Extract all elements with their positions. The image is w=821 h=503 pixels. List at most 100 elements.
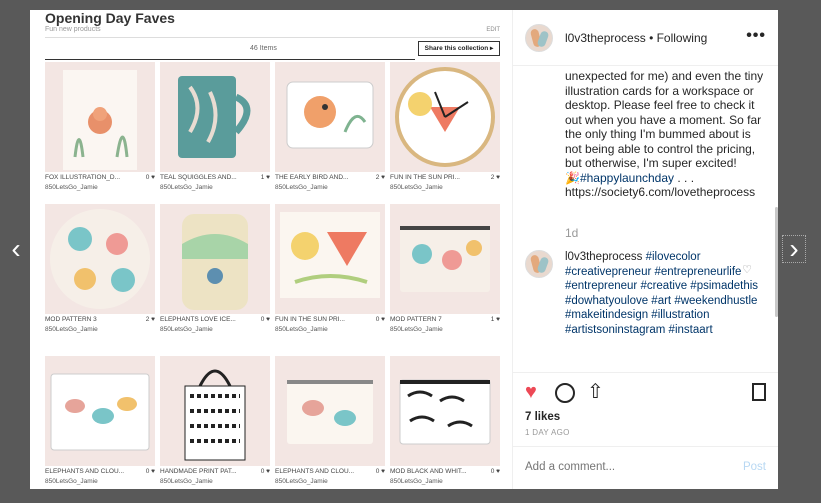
divider xyxy=(45,59,415,60)
product-likes: 2 ♥ xyxy=(490,174,500,181)
party-emoji: 🎉 xyxy=(565,170,580,185)
product-seller: 850LetsGo_Jamie xyxy=(390,326,443,333)
product-seller: 850LetsGo_Jamie xyxy=(275,326,328,333)
product-name: FUN IN THE SUN PRI... xyxy=(390,174,460,181)
product-card: MOD PATTERN 7 1 ♥ 850LetsGo_Jamie xyxy=(390,204,500,333)
comment-username[interactable]: l0v3theprocess xyxy=(565,251,642,263)
comment-like-icon[interactable]: ♡ xyxy=(742,263,752,276)
comment-input[interactable] xyxy=(525,461,725,473)
next-post-arrow[interactable]: › xyxy=(782,235,806,263)
post-date: 1 DAY AGO xyxy=(525,428,570,437)
product-likes: 2 ♥ xyxy=(145,316,155,323)
post-image: Opening Day Faves Fun new products EDIT … xyxy=(30,10,512,489)
product-image-fox-shower-curtain xyxy=(45,62,155,172)
product-seller: 850LetsGo_Jamie xyxy=(275,478,328,485)
add-comment-bar: Post xyxy=(513,446,778,489)
product-likes: 0 ♥ xyxy=(260,468,270,475)
item-count: 46 Items xyxy=(250,45,277,52)
product-seller: 850LetsGo_Jamie xyxy=(390,184,443,191)
likes-count[interactable]: 7 likes xyxy=(525,411,560,423)
product-card: FUN IN THE SUN PRI... 2 ♥ 850LetsGo_Jami… xyxy=(390,62,500,191)
product-image-teal-mug xyxy=(160,62,270,172)
product-seller: 850LetsGo_Jamie xyxy=(390,478,443,485)
caption-url[interactable]: https://society6.com/lovetheprocess xyxy=(565,185,755,199)
hashtag-link[interactable]: #happylaunchday xyxy=(580,171,674,185)
more-options-icon[interactable]: ••• xyxy=(746,27,766,45)
product-card: MOD PATTERN 3 2 ♥ 850LetsGo_Jamie xyxy=(45,204,155,333)
product-name: TEAL SQUIGGLES AND... xyxy=(160,174,237,181)
product-name: HANDMADE PRINT PAT... xyxy=(160,468,237,475)
caption-text: unexpected for me) and even the tiny ill… xyxy=(565,69,764,170)
action-bar: ♥ ⇧ 7 likes xyxy=(513,372,778,428)
product-name: MOD PATTERN 3 xyxy=(45,316,97,323)
product-card: FUN IN THE SUN PRI... 0 ♥ 850LetsGo_Jami… xyxy=(275,204,385,333)
comment-icon[interactable] xyxy=(555,383,575,403)
product-seller: 850LetsGo_Jamie xyxy=(160,184,213,191)
product-name: ELEPHANTS AND CLOU... xyxy=(45,468,125,475)
heart-icon[interactable]: ♥ xyxy=(525,381,537,403)
caption-timestamp[interactable]: 1d xyxy=(565,226,578,240)
product-likes: 0 ♥ xyxy=(490,468,500,475)
product-image-elephants-pouch xyxy=(275,356,385,466)
product-card: ELEPHANTS AND CLOU... 0 ♥ 850LetsGo_Jami… xyxy=(275,356,385,485)
product-image-handmade-print-tote xyxy=(160,356,270,466)
avatar[interactable] xyxy=(525,250,553,278)
product-card: MOD BLACK AND WHIT... 0 ♥ 850LetsGo_Jami… xyxy=(390,356,500,485)
product-name: MOD PATTERN 7 xyxy=(390,316,442,323)
product-image-mod-pattern-pouch xyxy=(390,204,500,314)
product-card: FOX ILLUSTRATION_D... 0 ♥ 850LetsGo_Jami… xyxy=(45,62,155,191)
product-image-fun-in-the-sun-clock xyxy=(390,62,500,172)
product-likes: 2 ♥ xyxy=(375,174,385,181)
share-icon[interactable]: ⇧ xyxy=(587,381,604,403)
comments-area[interactable]: unexpected for me) and even the tiny ill… xyxy=(513,67,778,370)
product-card: THE EARLY BIRD AND... 2 ♥ 850LetsGo_Jami… xyxy=(275,62,385,191)
post-sidebar: l0v3theprocess • Following ••• unexpecte… xyxy=(512,10,778,489)
comment: l0v3theprocess #ilovecolor #creativepren… xyxy=(565,250,760,337)
product-likes: 0 ♥ xyxy=(375,316,385,323)
product-image-mod-pattern-tray xyxy=(45,204,155,314)
username-link[interactable]: l0v3theprocess xyxy=(565,31,646,45)
product-name: FOX ILLUSTRATION_D... xyxy=(45,174,121,181)
share-collection-button: Share this collection ▸ xyxy=(418,41,500,56)
product-likes: 0 ♥ xyxy=(260,316,270,323)
board-subtitle: Fun new products xyxy=(45,26,101,33)
bookmark-icon[interactable] xyxy=(752,383,766,401)
avatar[interactable] xyxy=(525,23,553,52)
product-card: HANDMADE PRINT PAT... 0 ♥ 850LetsGo_Jami… xyxy=(160,356,270,485)
product-image-fun-in-the-sun-tapestry xyxy=(275,204,385,314)
product-name: THE EARLY BIRD AND... xyxy=(275,174,349,181)
follow-status[interactable]: • Following xyxy=(649,31,707,45)
product-likes: 0 ♥ xyxy=(145,174,155,181)
product-image-elephants-tray xyxy=(45,356,155,466)
previous-post-arrow[interactable]: ‹ xyxy=(4,235,28,263)
product-name: FUN IN THE SUN PRI... xyxy=(275,316,345,323)
product-name: MOD BLACK AND WHIT... xyxy=(390,468,467,475)
product-card: ELEPHANTS AND CLOU... 0 ♥ 850LetsGo_Jami… xyxy=(45,356,155,485)
post-comment-button[interactable]: Post xyxy=(743,461,766,473)
board-edit-link: EDIT xyxy=(486,27,500,33)
product-seller: 850LetsGo_Jamie xyxy=(45,184,98,191)
product-image-mod-black-white-pouch xyxy=(390,356,500,466)
caption-ellipsis: . . . xyxy=(677,170,695,185)
comment-hashtags[interactable]: #ilovecolor #creativepreneur #entreprene… xyxy=(565,251,758,336)
post-caption: unexpected for me) and even the tiny ill… xyxy=(565,69,765,200)
product-likes: 0 ♥ xyxy=(145,468,155,475)
product-seller: 850LetsGo_Jamie xyxy=(45,326,98,333)
product-seller: 850LetsGo_Jamie xyxy=(275,184,328,191)
product-likes: 1 ♥ xyxy=(490,316,500,323)
product-card: ELEPHANTS LOVE ICE... 0 ♥ 850LetsGo_Jami… xyxy=(160,204,270,333)
product-seller: 850LetsGo_Jamie xyxy=(160,326,213,333)
divider xyxy=(45,37,500,38)
product-image-early-bird-tablet xyxy=(275,62,385,172)
product-likes: 1 ♥ xyxy=(260,174,270,181)
post-header: l0v3theprocess • Following ••• xyxy=(513,10,778,66)
product-name: ELEPHANTS AND CLOU... xyxy=(275,468,355,475)
product-likes: 0 ♥ xyxy=(375,468,385,475)
comments-scrollbar[interactable] xyxy=(775,207,778,317)
board-title: Opening Day Faves xyxy=(45,10,175,26)
product-seller: 850LetsGo_Jamie xyxy=(160,478,213,485)
product-seller: 850LetsGo_Jamie xyxy=(45,478,98,485)
product-image-elephants-backpack xyxy=(160,204,270,314)
product-card: TEAL SQUIGGLES AND... 1 ♥ 850LetsGo_Jami… xyxy=(160,62,270,191)
product-name: ELEPHANTS LOVE ICE... xyxy=(160,316,236,323)
